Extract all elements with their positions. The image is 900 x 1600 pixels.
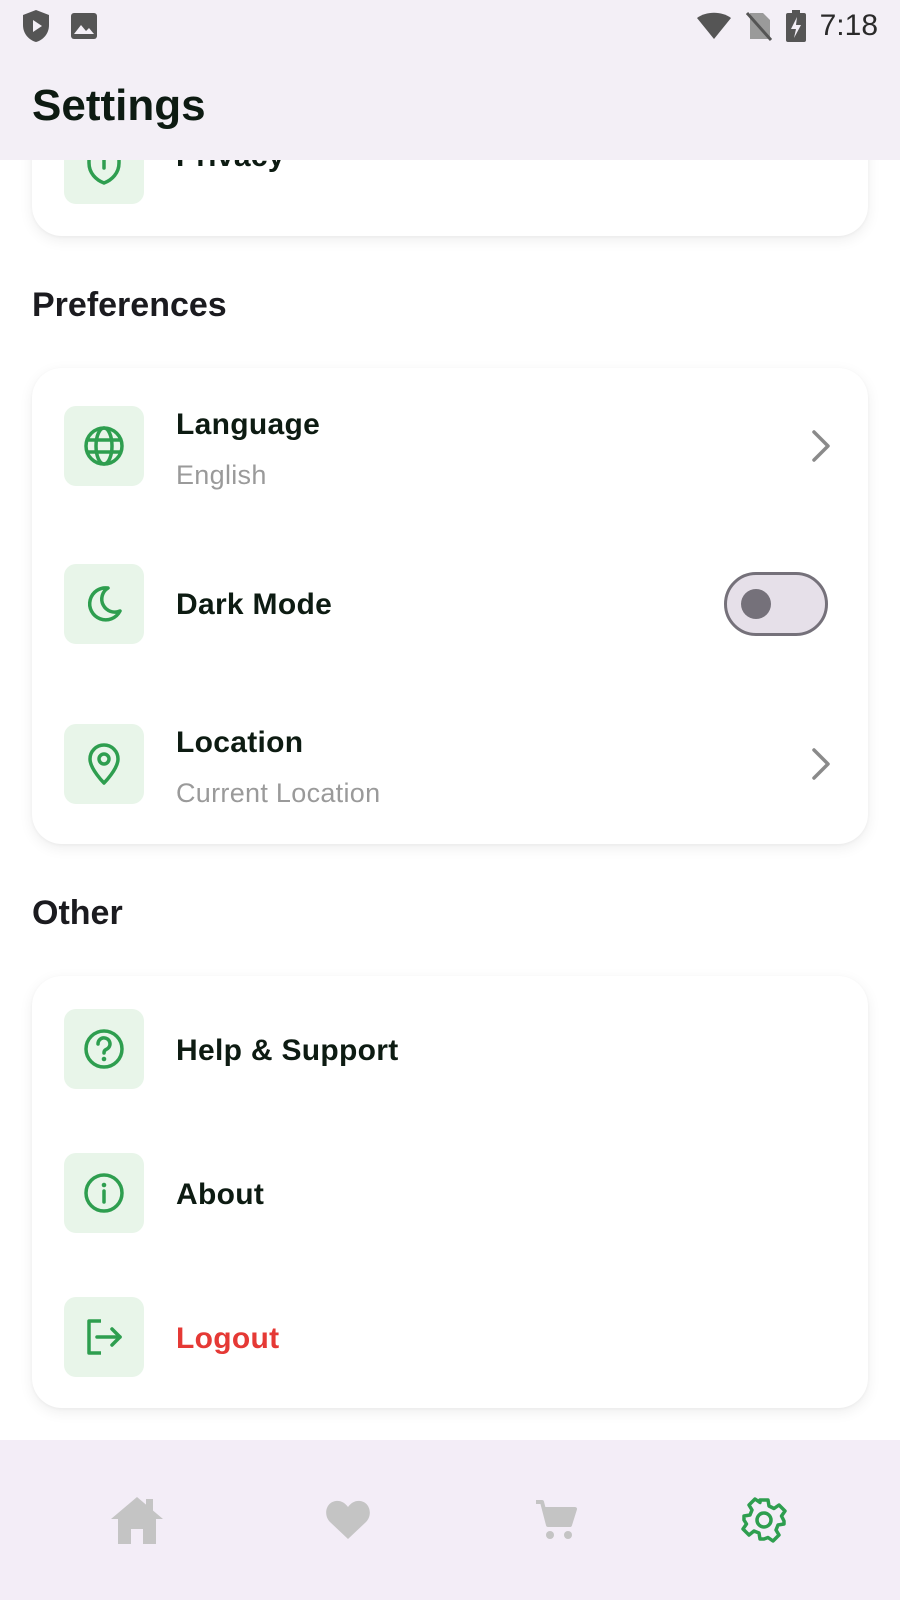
settings-item-label: Help & Support: [176, 1034, 399, 1067]
settings-item-value: Current Location: [176, 778, 381, 808]
settings-item-label: Location: [176, 726, 304, 759]
section-title-preferences: Preferences: [32, 286, 227, 324]
shield-icon: [87, 160, 121, 185]
settings-item-dark-mode[interactable]: Dark Mode: [32, 534, 868, 674]
gear-icon: [741, 1497, 787, 1543]
settings-item-label: Language: [176, 408, 321, 441]
wifi-icon: [696, 12, 731, 39]
logout-text: Logout: [176, 1322, 279, 1356]
nav-item-favorites[interactable]: [288, 1440, 408, 1600]
settings-item-help-support[interactable]: Help & Support: [32, 986, 868, 1112]
help-text: Help & Support: [176, 1034, 399, 1068]
settings-item-language[interactable]: Language English: [32, 376, 868, 516]
dark-mode-icon-box: [64, 564, 144, 644]
status-bar-left: [22, 9, 98, 43]
chevron-right-icon: [812, 748, 830, 780]
app-bar: Settings: [0, 52, 900, 160]
dark-mode-text: Dark Mode: [176, 588, 332, 622]
image-icon: [71, 13, 97, 39]
nav-item-cart[interactable]: [496, 1440, 616, 1600]
logout-icon-box: [64, 1297, 144, 1377]
help-icon-box: [64, 1009, 144, 1089]
heart-icon: [326, 1500, 370, 1539]
settings-item-privacy[interactable]: Privacy: [32, 160, 868, 236]
settings-item-about[interactable]: About: [32, 1130, 868, 1256]
home-icon: [111, 1497, 163, 1544]
help-circle-icon: [84, 1029, 124, 1069]
other-card: Help & Support About Logout: [32, 976, 868, 1408]
language-text: Language English: [176, 408, 320, 491]
settings-item-label: About: [176, 1178, 265, 1211]
bottom-nav: [0, 1440, 900, 1600]
location-icon-box: [64, 724, 144, 804]
preferences-card: Language English Dark Mode Location Curr…: [32, 368, 868, 844]
status-bar: 7:18: [0, 0, 900, 52]
info-icon: [84, 1173, 124, 1213]
nav-item-home[interactable]: [77, 1440, 197, 1600]
settings-item-label: Dark Mode: [176, 588, 333, 621]
account-card: Privacy: [32, 160, 868, 236]
about-icon-box: [64, 1153, 144, 1233]
battery-charging-icon: [785, 10, 806, 42]
section-title-other: Other: [32, 894, 123, 932]
shield-play-icon: [23, 10, 49, 42]
dark-mode-toggle[interactable]: [724, 572, 828, 636]
chevron-right-icon: [812, 430, 830, 462]
status-time: 7:18: [819, 9, 878, 42]
settings-item-location[interactable]: Location Current Location: [32, 694, 868, 834]
privacy-text: Privacy: [176, 160, 285, 174]
no-sim-icon: [745, 12, 772, 41]
toggle-knob: [741, 589, 771, 619]
settings-item-value: English: [176, 460, 267, 490]
about-text: About: [176, 1178, 264, 1212]
page-title: Settings: [32, 81, 206, 130]
moon-icon: [87, 586, 122, 622]
settings-item-label: Privacy: [176, 160, 285, 174]
cart-icon: [536, 1500, 577, 1539]
nav-item-settings[interactable]: [704, 1440, 824, 1600]
status-bar-right: 7:18: [696, 9, 878, 43]
globe-icon: [84, 426, 124, 466]
location-text: Location Current Location: [176, 726, 380, 809]
settings-item-logout[interactable]: Logout: [32, 1274, 868, 1400]
privacy-icon-box: [64, 160, 144, 204]
settings-item-label: Logout: [176, 1322, 280, 1355]
settings-scroll-content[interactable]: Privacy Preferences Language English: [0, 160, 900, 1440]
language-icon-box: [64, 406, 144, 486]
location-pin-icon: [88, 743, 120, 785]
logout-icon: [87, 1319, 122, 1355]
